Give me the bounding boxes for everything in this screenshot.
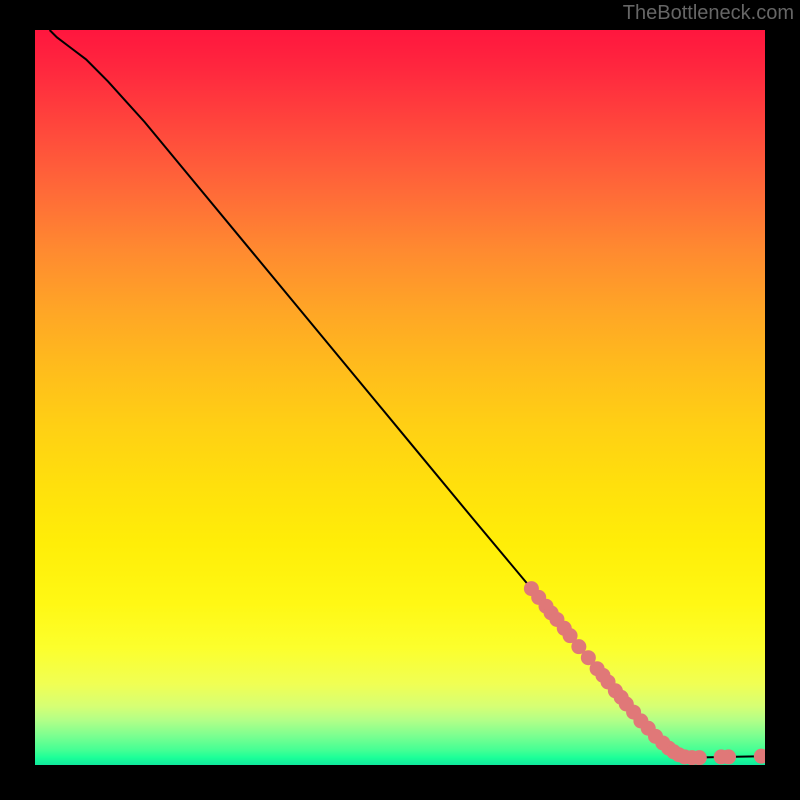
data-marker [754, 749, 765, 764]
data-marker [692, 750, 707, 765]
data-marker [721, 749, 736, 764]
marker-group [524, 581, 765, 765]
chart-plot-area [35, 30, 765, 765]
chart-svg [35, 30, 765, 765]
watermark-text: TheBottleneck.com [623, 2, 794, 25]
bottleneck-curve [50, 30, 765, 758]
